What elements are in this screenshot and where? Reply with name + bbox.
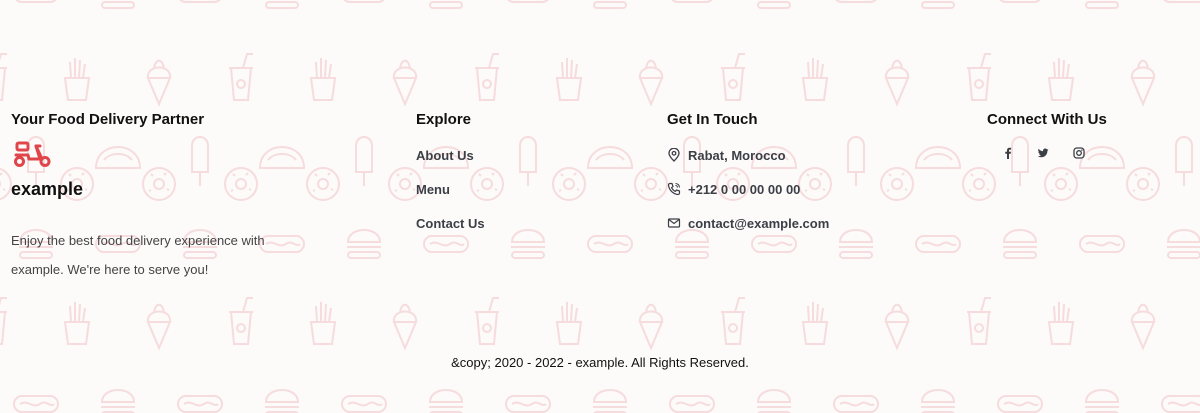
instagram-icon	[1073, 147, 1085, 159]
contact-phone[interactable]: +212 0 00 00 00 00	[667, 181, 800, 197]
phone-text: +212 0 00 00 00 00	[688, 181, 801, 197]
instagram-link[interactable]	[1070, 145, 1088, 161]
explore-heading: Explore	[416, 111, 472, 128]
menu-link[interactable]: Menu	[416, 182, 450, 197]
brand-name: example	[11, 179, 84, 199]
scooter-icon	[14, 141, 51, 167]
contact-email[interactable]: contact@example.com	[667, 215, 829, 231]
copyright-text: &copy; 2020 - 2022 - example. All Rights…	[451, 355, 749, 370]
facebook-link[interactable]	[999, 145, 1017, 161]
phone-icon	[667, 182, 681, 196]
about-us-link[interactable]: About Us	[416, 148, 474, 163]
contact-address: Rabat, Morocco	[667, 147, 786, 163]
brand-heading: Your Food Delivery Partner	[11, 111, 205, 128]
facebook-icon	[1005, 147, 1012, 159]
social-heading: Connect With Us	[987, 111, 1107, 128]
email-text: contact@example.com	[688, 215, 830, 231]
contact-heading: Get In Touch	[667, 111, 758, 128]
contact-us-link[interactable]: Contact Us	[416, 216, 485, 231]
twitter-link[interactable]	[1034, 145, 1052, 161]
envelope-icon	[667, 218, 681, 228]
twitter-icon	[1037, 148, 1049, 158]
address-text: Rabat, Morocco	[688, 147, 786, 163]
location-pin-icon	[668, 148, 680, 162]
brand-tagline: Enjoy the best food delivery experience …	[11, 233, 265, 277]
site-footer: Your Food Delivery Partner example Enjoy…	[0, 0, 1200, 413]
